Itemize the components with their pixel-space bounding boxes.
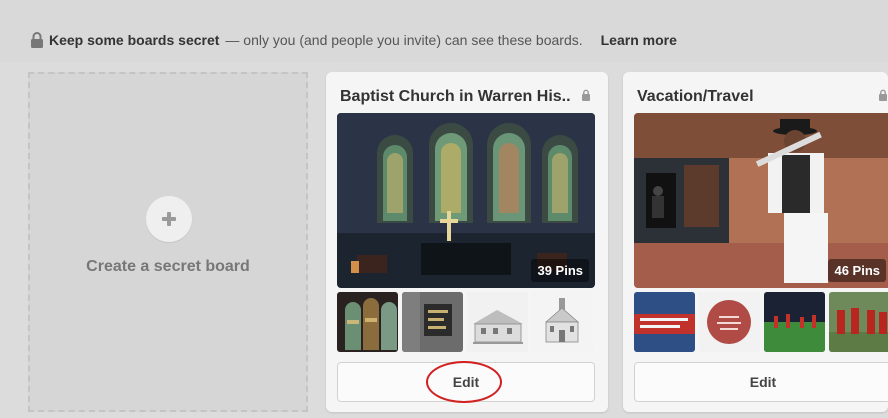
lock-icon bbox=[581, 88, 591, 101]
board-thumbnails bbox=[337, 292, 595, 352]
board-cover-image[interactable]: 46 Pins bbox=[634, 113, 888, 288]
board-card-baptist-church[interactable]: Baptist Church in Warren His.. 39 Pins E… bbox=[326, 72, 608, 412]
learn-more-link[interactable]: Learn more bbox=[601, 32, 677, 48]
thumbnail-church-sketch[interactable] bbox=[532, 292, 593, 352]
thumbnail-wander-sign[interactable] bbox=[634, 292, 695, 352]
plus-icon[interactable] bbox=[146, 196, 192, 242]
thumbnail-building-sketch[interactable] bbox=[467, 292, 528, 352]
banner-description: — only you (and people you invite) can s… bbox=[225, 32, 583, 48]
annotation-circle bbox=[426, 361, 502, 403]
board-title[interactable]: Baptist Church in Warren His.. bbox=[340, 88, 571, 106]
board-thumbnails bbox=[634, 292, 888, 352]
thumbnail-stained-glass[interactable] bbox=[337, 292, 398, 352]
thumbnail-reenactment-field[interactable] bbox=[764, 292, 825, 352]
thumbnail-plaque[interactable] bbox=[402, 292, 463, 352]
secret-banner: Keep some boards secret — only you (and … bbox=[30, 30, 677, 50]
board-cover-image[interactable]: 39 Pins bbox=[337, 113, 595, 288]
secret-boards-topbar: Keep some boards secret — only you (and … bbox=[0, 0, 888, 62]
edit-button[interactable]: Edit bbox=[634, 362, 888, 402]
board-title[interactable]: Vacation/Travel bbox=[637, 88, 754, 106]
create-secret-board-label: Create a secret board bbox=[86, 258, 250, 275]
lock-icon bbox=[878, 88, 888, 101]
pin-count-badge: 39 Pins bbox=[531, 259, 589, 282]
banner-title: Keep some boards secret bbox=[49, 32, 220, 48]
pin-count-badge: 46 Pins bbox=[828, 259, 886, 282]
thumbnail-redcoats[interactable] bbox=[829, 292, 888, 352]
thumbnail-quote-circle[interactable] bbox=[699, 292, 760, 352]
lock-icon bbox=[30, 32, 44, 48]
board-card-vacation-travel[interactable]: Vacation/Travel 46 Pins Edit bbox=[623, 72, 888, 412]
create-secret-board-card[interactable]: Create a secret board bbox=[28, 72, 308, 412]
